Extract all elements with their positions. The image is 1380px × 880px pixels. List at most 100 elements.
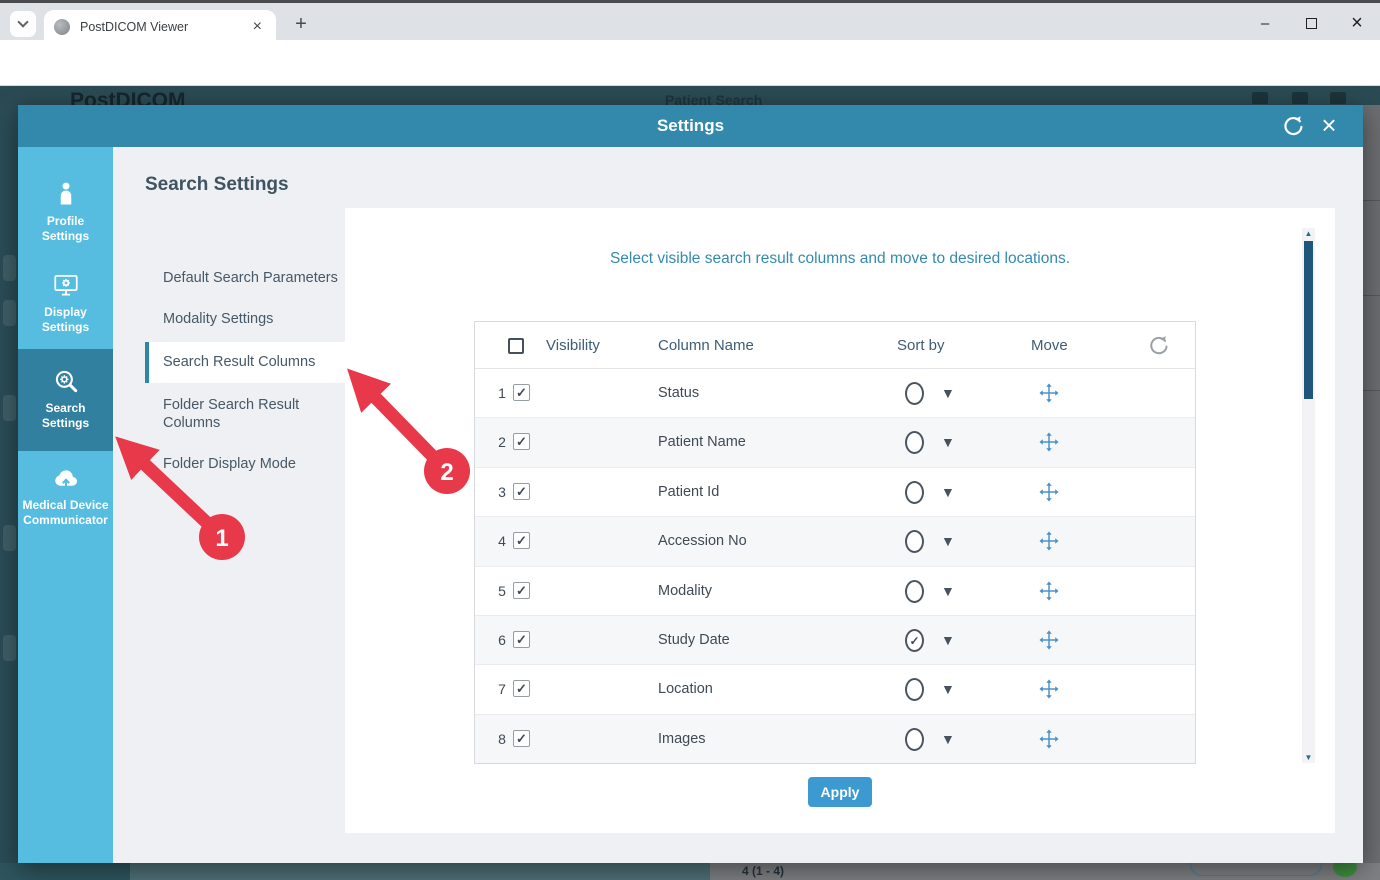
sort-direction-dropdown-icon[interactable]: ▼: [941, 583, 955, 599]
menu-item-modality-settings[interactable]: Modality Settings: [145, 301, 345, 338]
move-icon[interactable]: [1038, 481, 1060, 503]
menu-item-search-result-columns[interactable]: Search Result Columns: [145, 342, 345, 383]
sort-direction-dropdown-icon[interactable]: ▼: [941, 484, 955, 500]
sidebar-item-search-settings[interactable]: Search Settings: [18, 349, 113, 451]
visibility-checkbox[interactable]: ✓: [513, 582, 530, 599]
table-row: 6✓Study Date✓▼: [475, 616, 1195, 665]
settings-submenu: Default Search Parameters Modality Settin…: [145, 260, 345, 483]
apply-button[interactable]: Apply: [808, 777, 872, 807]
sort-radio[interactable]: [905, 382, 924, 405]
sort-radio[interactable]: [905, 678, 924, 701]
sidebar-item-label: Display Settings: [22, 305, 109, 335]
sort-direction-dropdown-icon[interactable]: ▼: [941, 385, 955, 401]
move-icon[interactable]: [1038, 530, 1060, 552]
scroll-down-icon[interactable]: ▼: [1302, 752, 1315, 763]
modal-content: Search Settings Default Search Parameter…: [113, 147, 1363, 863]
table-body: 1✓Status▼2✓Patient Name▼3✓Patient Id▼4✓A…: [475, 369, 1195, 764]
visibility-checkbox[interactable]: ✓: [513, 680, 530, 697]
visibility-checkbox[interactable]: ✓: [513, 532, 530, 549]
visibility-checkbox[interactable]: ✓: [513, 631, 530, 648]
column-name-label: Patient Id: [658, 484, 719, 500]
sidebar-item-medical-device-communicator[interactable]: Medical Device Communicator: [18, 451, 113, 542]
window-maximize-button[interactable]: [1288, 6, 1334, 40]
visibility-checkbox[interactable]: ✓: [513, 483, 530, 500]
table-header-row: Visibility Column Name Sort by Move: [475, 322, 1195, 369]
visibility-checkbox[interactable]: ✓: [513, 730, 530, 747]
table-row: 3✓Patient Id▼: [475, 468, 1195, 517]
background-header-icon: [1252, 92, 1268, 104]
move-icon[interactable]: [1038, 678, 1060, 700]
sort-radio[interactable]: [905, 728, 924, 751]
sort-direction-dropdown-icon[interactable]: ▼: [941, 632, 955, 648]
column-header-sortby: Sort by: [897, 337, 945, 354]
column-header-move: Move: [1031, 337, 1068, 354]
scroll-up-icon[interactable]: ▲: [1302, 228, 1315, 239]
sidebar-item-label: Search Settings: [22, 401, 109, 431]
sidebar-item-label: Medical Device Communicator: [22, 498, 109, 528]
move-icon[interactable]: [1038, 629, 1060, 651]
profile-icon: [52, 180, 80, 208]
row-number: 1: [493, 385, 511, 401]
sidebar-item-display-settings[interactable]: Display Settings: [18, 258, 113, 349]
window-minimize-button[interactable]: –: [1242, 6, 1288, 40]
column-name-label: Status: [658, 385, 699, 401]
scrollbar-thumb[interactable]: [1304, 241, 1313, 399]
sort-radio[interactable]: [905, 481, 924, 504]
column-name-label: Location: [658, 681, 713, 697]
background-header-icon: [1292, 92, 1308, 104]
move-icon[interactable]: [1038, 431, 1060, 453]
column-name-label: Patient Name: [658, 434, 746, 450]
column-header-name: Column Name: [658, 337, 754, 354]
column-name-label: Images: [658, 731, 706, 747]
reset-settings-button[interactable]: [1281, 114, 1305, 138]
column-name-label: Study Date: [658, 632, 730, 648]
background-bottom-strip: [0, 863, 130, 880]
column-name-label: Modality: [658, 583, 712, 599]
columns-table: Visibility Column Name Sort by Move 1✓St…: [474, 321, 1196, 764]
window-close-button[interactable]: ×: [1334, 6, 1380, 40]
browser-tabstrip: PostDICOM Viewer × + – ×: [0, 0, 1380, 40]
table-row: 1✓ Status ▼: [475, 369, 1195, 418]
menu-item-folder-display-mode[interactable]: Folder Display Mode: [145, 446, 345, 483]
table-row: 8✓ Images ▼: [475, 715, 1195, 764]
menu-item-folder-search-result-columns[interactable]: Folder Search Result Columns: [145, 387, 345, 443]
sort-radio[interactable]: [905, 530, 924, 553]
menu-item-default-search-parameters[interactable]: Default Search Parameters: [145, 260, 345, 297]
sort-direction-dropdown-icon[interactable]: ▼: [941, 434, 955, 450]
instruction-text: Select visible search result columns and…: [345, 250, 1335, 268]
row-number: 7: [493, 681, 511, 697]
column-header-visibility: Visibility: [546, 337, 600, 354]
visibility-checkbox[interactable]: ✓: [513, 384, 530, 401]
table-row: 4✓Accession No▼: [475, 517, 1195, 566]
browser-tab[interactable]: PostDICOM Viewer ×: [44, 10, 276, 43]
tab-search-button[interactable]: [10, 11, 36, 37]
new-tab-button[interactable]: +: [288, 11, 314, 37]
select-all-checkbox[interactable]: [508, 338, 524, 354]
chevron-down-icon: [17, 16, 28, 27]
move-icon[interactable]: [1038, 580, 1060, 602]
background-result-count: 4 (1 - 4): [742, 864, 784, 878]
move-icon[interactable]: [1038, 728, 1060, 750]
reset-columns-button[interactable]: [1147, 334, 1170, 357]
move-icon[interactable]: [1038, 382, 1060, 404]
background-header-icon: [1330, 92, 1346, 104]
sidebar-item-label: Profile Settings: [22, 214, 109, 244]
sort-direction-dropdown-icon[interactable]: ▼: [941, 731, 955, 747]
visibility-checkbox[interactable]: ✓: [513, 433, 530, 450]
sort-direction-dropdown-icon[interactable]: ▼: [941, 533, 955, 549]
settings-modal: Settings × Profile Settings Display Setti…: [18, 105, 1363, 863]
browser-toolbar: ← → unitedstateswest.postdicom.com/Viewe…: [0, 40, 1380, 86]
table-scrollbar[interactable]: ▲ ▼: [1302, 228, 1315, 763]
sidebar-item-profile-settings[interactable]: Profile Settings: [18, 167, 113, 258]
page-title: Search Settings: [145, 174, 289, 196]
sort-radio[interactable]: ✓: [905, 629, 924, 652]
settings-modal-header: Settings ×: [18, 105, 1363, 147]
row-number: 8: [493, 731, 511, 747]
tab-close-icon[interactable]: ×: [249, 19, 266, 35]
table-row: 2✓Patient Name▼: [475, 418, 1195, 467]
sort-direction-dropdown-icon[interactable]: ▼: [941, 681, 955, 697]
sort-radio[interactable]: [905, 431, 924, 454]
modal-close-button[interactable]: ×: [1315, 111, 1343, 139]
modal-title: Settings: [18, 116, 1363, 136]
sort-radio[interactable]: [905, 580, 924, 603]
